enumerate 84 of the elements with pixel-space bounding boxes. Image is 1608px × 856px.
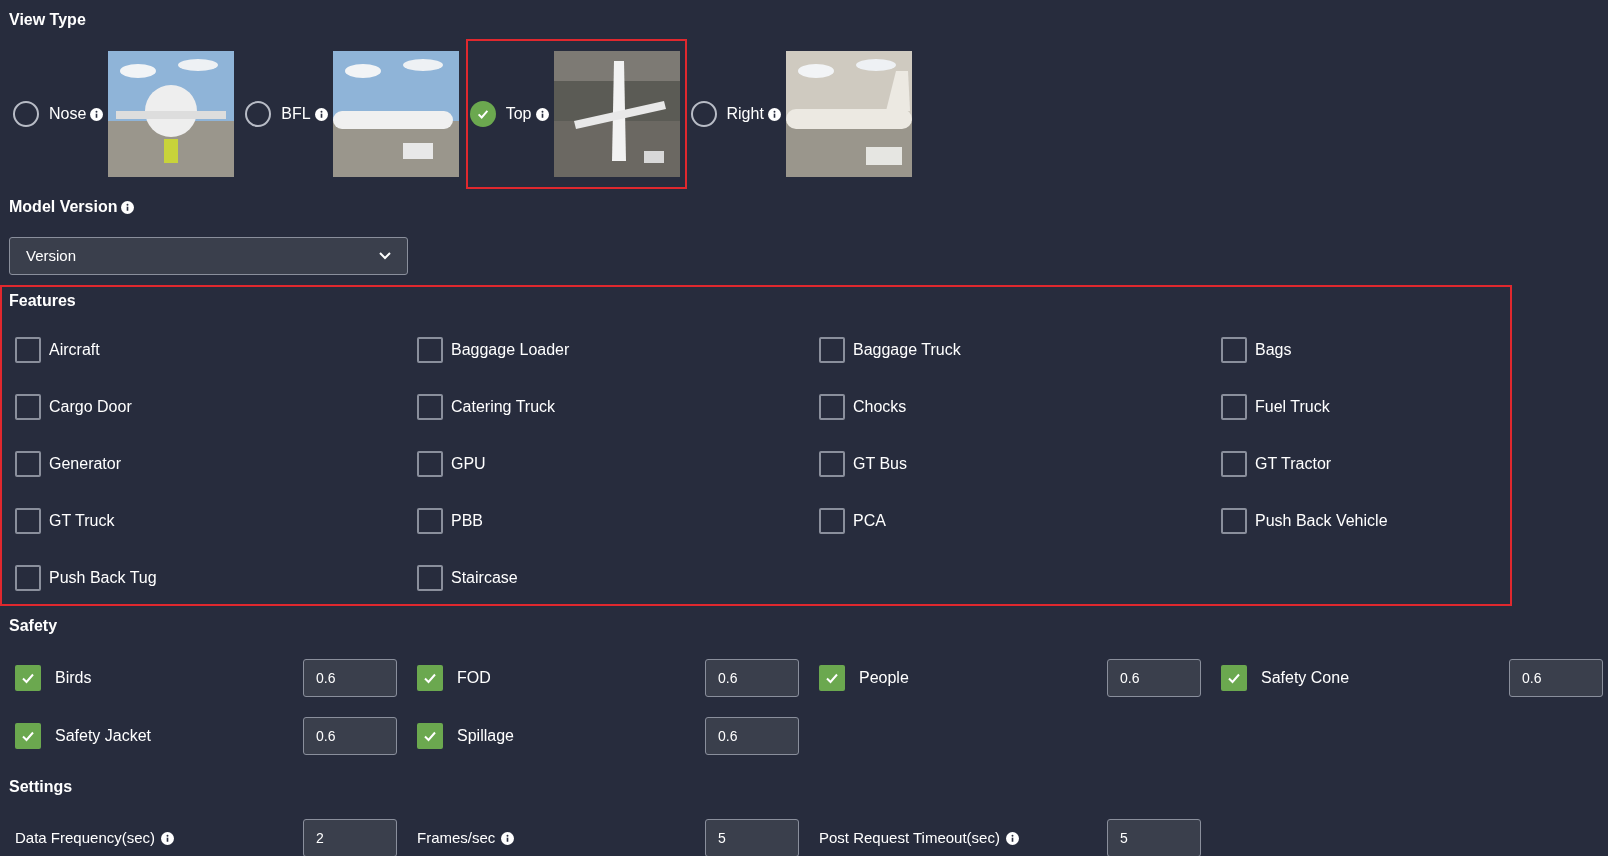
checkbox[interactable] [819,507,845,534]
setting-field[interactable]: 5 [1107,819,1201,856]
checkbox[interactable] [819,393,845,420]
radio-label[interactable]: Right [726,102,764,126]
checkbox-label[interactable]: Fuel Truck [1255,394,1330,419]
checkbox[interactable] [1221,665,1247,691]
setting-label: Data Frequency(sec) [15,827,156,848]
checkbox-label[interactable]: Cargo Door [49,394,132,419]
checkbox[interactable] [819,336,845,363]
chevron-down-icon [379,252,391,260]
info-icon [535,107,549,121]
setting-field[interactable]: 2 [303,819,397,856]
check-icon [475,107,490,121]
info-icon [314,107,328,121]
threshold-field[interactable]: 0.6 [1107,659,1201,697]
radio-label[interactable]: Nose [49,102,87,126]
checkbox[interactable] [15,507,41,534]
checkbox[interactable] [417,336,443,363]
info-icon [1005,831,1019,845]
section-title: Safety [9,616,59,636]
section-title: View Type [9,10,87,30]
checkbox-label[interactable]: Baggage Loader [451,337,570,362]
version-select[interactable]: Version [9,237,408,275]
checkbox[interactable] [417,507,443,534]
threshold-field[interactable]: 0.6 [303,717,397,755]
checkbox-label[interactable]: Baggage Truck [853,337,961,362]
info-icon [767,107,781,121]
checkbox-label[interactable]: Aircraft [49,337,100,362]
checkbox-label[interactable]: GT Tractor [1255,451,1332,476]
checkbox[interactable] [819,665,845,691]
checkbox[interactable] [417,450,443,477]
checkbox-label[interactable]: Bags [1255,337,1292,362]
threshold-field[interactable]: 0.6 [1509,659,1603,697]
checkbox-label[interactable]: Spillage [457,724,705,748]
section-title: Model Version [9,197,118,217]
checkbox[interactable] [15,723,41,749]
info-icon [161,831,175,845]
radio-label[interactable]: Top [505,102,532,126]
checkbox-label[interactable]: Birds [55,666,303,690]
checkbox[interactable] [417,564,443,591]
threshold-field[interactable]: 0.6 [705,659,799,697]
checkbox[interactable] [1221,450,1247,477]
checkbox[interactable] [819,450,845,477]
checkbox-label[interactable]: FOD [457,666,705,690]
setting-label: Frames/sec [417,827,496,848]
checkbox-label[interactable]: People [859,666,1107,690]
section-title: Settings [9,777,74,797]
threshold-field[interactable]: 0.6 [705,717,799,755]
checkbox[interactable] [15,665,41,691]
radio-button[interactable] [690,101,717,127]
checkbox-label[interactable]: GT Bus [853,451,907,476]
radio-button[interactable] [13,101,39,127]
checkbox-label[interactable]: Chocks [853,394,907,419]
checkbox[interactable] [417,723,443,749]
radio-label[interactable]: BFL [281,102,311,126]
checkbox-label[interactable]: Staircase [451,565,518,590]
checkbox[interactable] [1221,393,1247,420]
checkbox[interactable] [15,564,41,591]
checkbox[interactable] [1221,336,1247,363]
setting-field[interactable]: 5 [705,819,799,856]
checkbox[interactable] [1221,507,1247,534]
checkbox-label[interactable]: GPU [451,451,486,476]
section-title: Features [9,291,77,311]
radio-button[interactable] [469,101,496,127]
checkbox[interactable] [15,393,41,420]
checkbox[interactable] [15,336,41,363]
checkbox-label[interactable]: Safety Cone [1261,666,1509,690]
checkbox-label[interactable]: Catering Truck [451,394,556,419]
checkbox-label[interactable]: Push Back Vehicle [1255,508,1388,533]
setting-label: Post Request Timeout(sec) [819,827,1000,848]
checkbox-label[interactable]: Generator [49,451,122,476]
info-icon [121,200,135,214]
checkbox-label[interactable]: GT Truck [49,508,115,533]
checkbox[interactable] [417,393,443,420]
checkbox[interactable] [15,450,41,477]
checkbox-label[interactable]: Safety Jacket [55,724,303,748]
checkbox[interactable] [417,665,443,691]
threshold-field[interactable]: 0.6 [303,659,397,697]
checkbox-label[interactable]: PCA [853,508,886,533]
radio-button[interactable] [245,101,272,127]
info-icon [90,107,104,121]
checkbox-label[interactable]: Push Back Tug [49,565,157,590]
checkbox-label[interactable]: PBB [451,508,483,533]
info-icon [501,831,515,845]
